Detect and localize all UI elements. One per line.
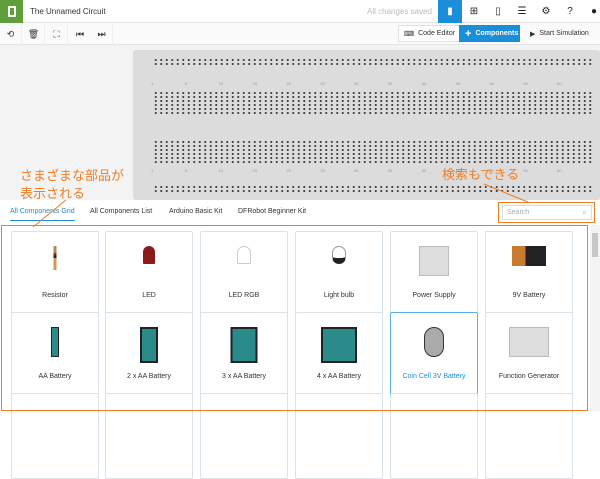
annotation-text-line1: さまざまな部品が xyxy=(20,169,125,184)
annotation-lines xyxy=(32,183,531,228)
annotation-text-line2: 表示される xyxy=(20,187,86,202)
annotation-search-text: 検索もできる xyxy=(442,168,520,183)
